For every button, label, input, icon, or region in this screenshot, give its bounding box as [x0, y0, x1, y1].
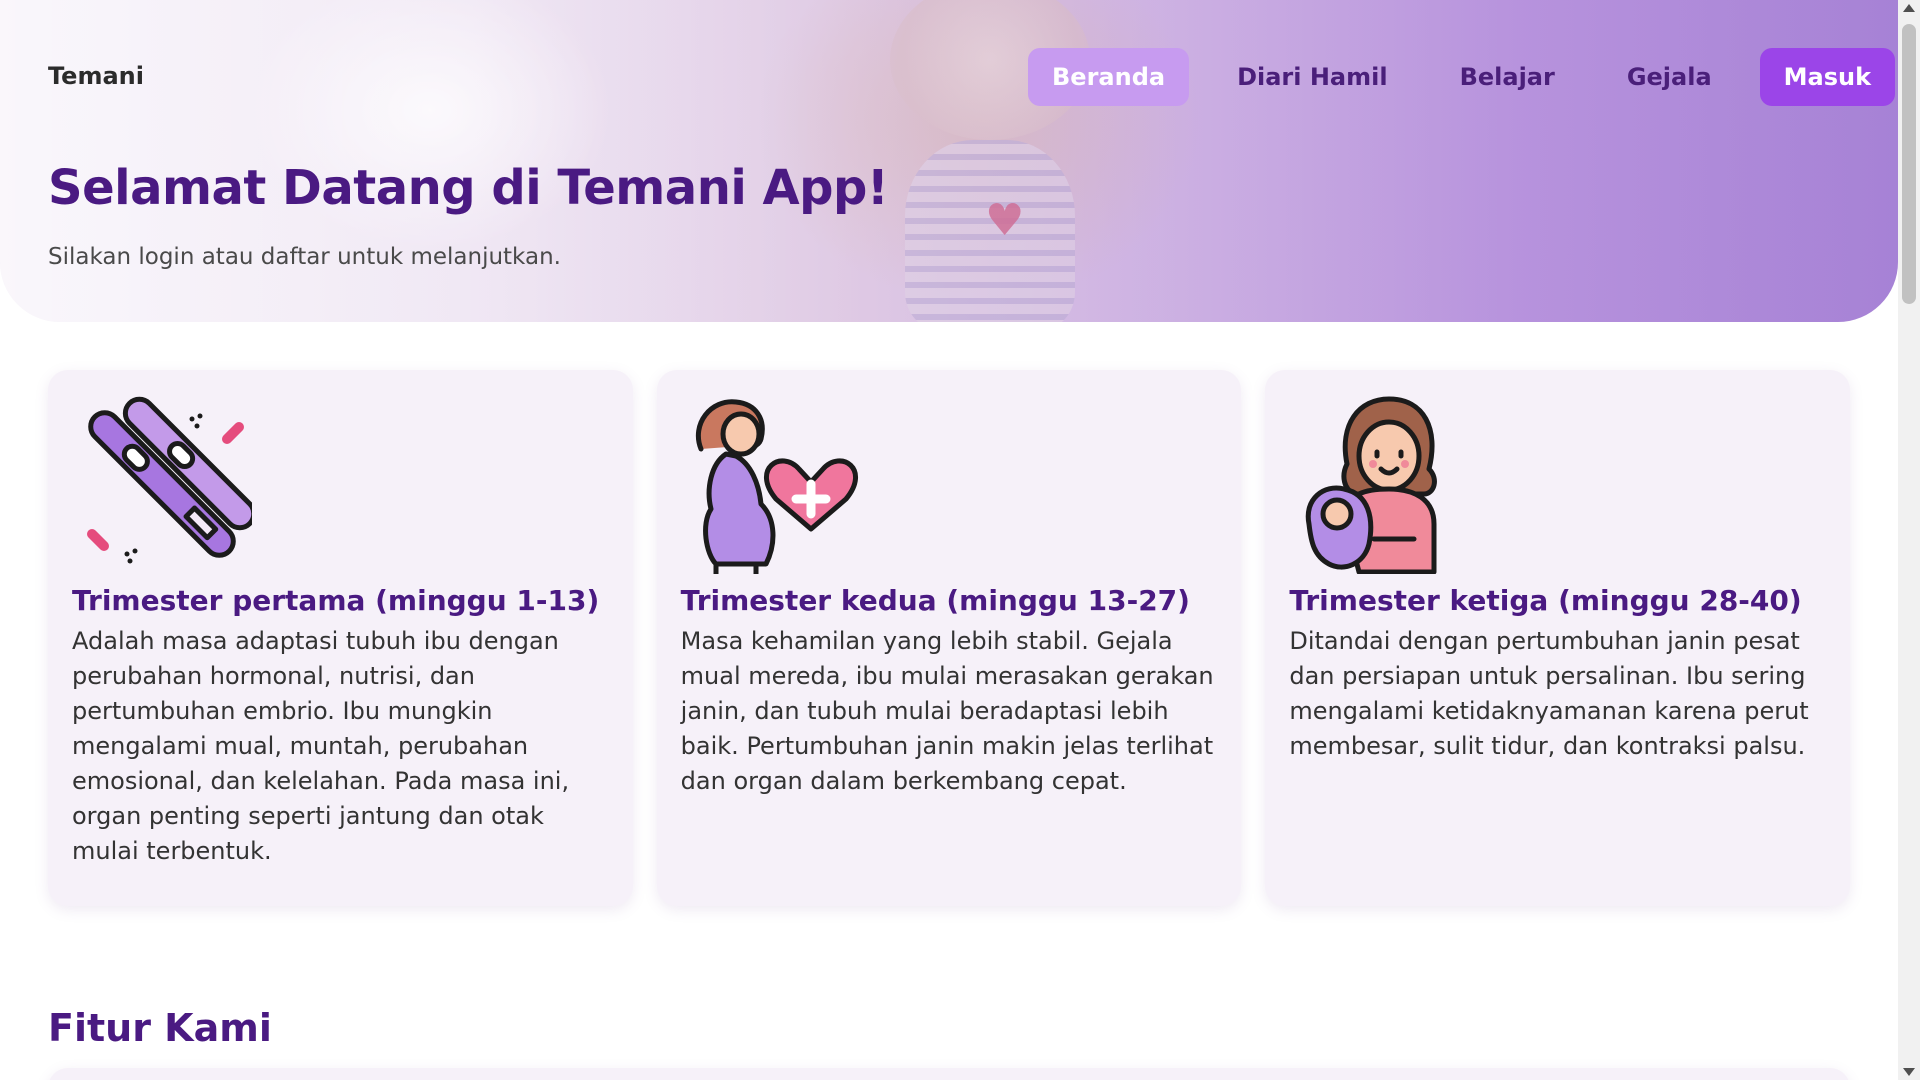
hero-banner: ♥ Temani Beranda Diari Hamil Belajar Gej…: [0, 0, 1898, 322]
main-nav: Beranda Diari Hamil Belajar Gejala Masuk: [1028, 48, 1896, 106]
features-card: [48, 1068, 1850, 1080]
pregnant-woman-heart-icon: [681, 394, 861, 577]
scroll-up-arrow-icon[interactable]: [1903, 4, 1915, 12]
scroll-down-arrow-icon[interactable]: [1903, 1068, 1915, 1076]
trimester-cards: Trimester pertama (minggu 1-13) Adalah m…: [48, 370, 1851, 906]
card-title: Trimester pertama (minggu 1-13): [72, 584, 600, 617]
vertical-scrollbar[interactable]: [1898, 0, 1920, 1080]
card-title: Trimester ketiga (minggu 28-40): [1289, 584, 1802, 617]
card-text: Adalah masa adaptasi tubuh ibu dengan pe…: [72, 627, 570, 865]
page-title: Selamat Datang di Temani App!: [48, 160, 889, 216]
nav-belajar[interactable]: Belajar: [1436, 48, 1579, 106]
nav-beranda[interactable]: Beranda: [1028, 48, 1190, 106]
pregnancy-test-icon: [72, 394, 257, 574]
nav-diari-hamil[interactable]: Diari Hamil: [1213, 48, 1412, 106]
brand-logo[interactable]: Temani: [48, 62, 144, 90]
login-button[interactable]: Masuk: [1759, 48, 1896, 106]
mother-baby-icon: [1289, 394, 1469, 575]
card-title: Trimester kedua (minggu 13-27): [680, 584, 1190, 617]
scroll-thumb[interactable]: [1902, 24, 1916, 304]
trimester-card-1: Trimester pertama (minggu 1-13) Adalah m…: [48, 370, 633, 906]
features-title: Fitur Kami: [48, 1006, 272, 1050]
card-text: Masa kehamilan yang lebih stabil. Gejala…: [680, 627, 1214, 795]
nav-gejala[interactable]: Gejala: [1603, 48, 1736, 106]
trimester-card-2: Trimester kedua (minggu 13-27) Masa keha…: [656, 370, 1242, 906]
trimester-card-3: Trimester ketiga (minggu 28-40) Ditandai…: [1265, 370, 1851, 906]
page-subtitle: Silakan login atau daftar untuk melanjut…: [48, 244, 561, 270]
page: ♥ Temani Beranda Diari Hamil Belajar Gej…: [0, 0, 1898, 1080]
card-text: Ditandai dengan pertumbuhan janin pesat …: [1289, 627, 1809, 760]
